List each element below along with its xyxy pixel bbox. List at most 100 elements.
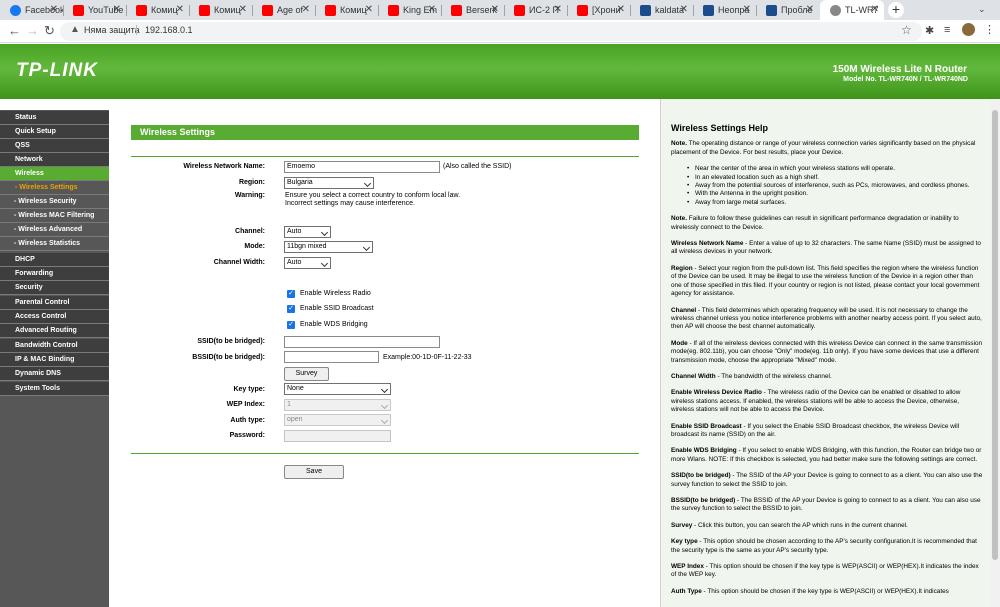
menu-item-network[interactable]: Network [0, 153, 109, 167]
new-tab-button[interactable]: + [888, 2, 904, 18]
extensions-icon[interactable]: ✱ [925, 24, 934, 37]
warning-icon[interactable]: ▲ [70, 24, 80, 35]
router-header: TP-LINK 150M Wireless Lite N Router Mode… [0, 44, 1000, 99]
browser-tab[interactable]: Berserk ✕ [441, 0, 504, 20]
help-term: Enable Wireless Device Radio [671, 389, 762, 397]
wep-index-label: WEP Index: [226, 401, 265, 408]
menu-item-security[interactable]: Security [0, 281, 109, 295]
avatar[interactable] [962, 23, 975, 36]
mode-select[interactable]: 11bgn mixed [284, 241, 373, 253]
menu-item-qss[interactable]: QSS [0, 139, 109, 153]
security-label[interactable]: Няма защита [84, 25, 140, 35]
close-icon[interactable]: ✕ [176, 4, 184, 15]
page-title: Wireless Settings [131, 125, 639, 140]
more-icon[interactable]: ⋮ [984, 23, 995, 36]
menu-item-bandwidth-control[interactable]: Bandwidth Control [0, 339, 109, 353]
tab-label: Комиц [340, 5, 367, 15]
close-icon[interactable]: ✕ [871, 4, 879, 15]
key-type-select[interactable]: None [284, 383, 391, 395]
youtube-icon [262, 4, 273, 16]
youtube-icon [451, 4, 462, 16]
youtube-icon [325, 4, 336, 16]
menu-item-advanced-routing[interactable]: Advanced Routing [0, 324, 109, 338]
browser-tab[interactable]: Пробле ✕ [756, 0, 819, 20]
browser-tab[interactable]: Комиц ✕ [126, 0, 189, 20]
auth-type-select[interactable]: open [284, 414, 391, 426]
browser-tab[interactable]: YouTube ✕ [63, 0, 126, 20]
password-label: Password: [229, 432, 265, 439]
close-icon[interactable]: ✕ [617, 4, 625, 15]
divider [136, 25, 137, 35]
wep-index-select[interactable]: 1 [284, 399, 391, 411]
browser-tab-active[interactable]: TL-WR7 ✕ [820, 0, 884, 20]
close-icon[interactable]: ✕ [302, 4, 310, 15]
menu-item-wireless-statistics[interactable]: - Wireless Statistics [0, 237, 109, 251]
browser-tab[interactable]: Комиц ✕ [189, 0, 252, 20]
help-title: Wireless Settings Help [671, 123, 768, 133]
menu-item-ip-mac-binding[interactable]: IP & MAC Binding [0, 353, 109, 367]
channel-width-select[interactable]: Auto [284, 257, 331, 269]
ssid-broadcast-checkbox[interactable]: ✓ [287, 305, 295, 313]
region-select[interactable]: Bulgaria [284, 177, 374, 189]
wireless-radio-checkbox[interactable]: ✓ [287, 290, 295, 298]
menu-item-dynamic-dns[interactable]: Dynamic DNS [0, 367, 109, 381]
menu-item-system-tools[interactable]: System Tools [0, 382, 109, 396]
tp-link-logo: TP-LINK [16, 60, 98, 81]
youtube-icon [73, 4, 84, 16]
scrollbar-thumb[interactable] [992, 110, 998, 560]
menu-item-wireless-mac-filtering[interactable]: - Wireless MAC Filtering [0, 209, 109, 223]
browser-tab[interactable]: Facebook ✕ [0, 0, 63, 20]
bssid-bridged-input[interactable] [284, 351, 379, 363]
menu-item-wireless-settings[interactable]: - Wireless Settings [0, 181, 109, 195]
close-icon[interactable]: ✕ [239, 4, 247, 15]
browser-tab[interactable]: King Em ✕ [378, 0, 441, 20]
back-icon[interactable]: ← [8, 23, 21, 38]
browser-tab[interactable]: [Хрони ✕ [567, 0, 630, 20]
menu-item-access-control[interactable]: Access Control [0, 310, 109, 324]
close-icon[interactable]: ✕ [428, 4, 436, 15]
browser-tab[interactable]: kaldata ✕ [630, 0, 693, 20]
browser-tab[interactable]: ИС-2 П ✕ [504, 0, 567, 20]
browser-tab[interactable]: Age of ✕ [252, 0, 315, 20]
url-text[interactable]: 192.168.0.1 [145, 25, 193, 35]
menu-item-dhcp[interactable]: DHCP [0, 253, 109, 267]
wds-bridging-checkbox[interactable]: ✓ [287, 321, 295, 329]
menu-item-wireless[interactable]: Wireless [0, 167, 109, 181]
media-icon[interactable]: ≡ [944, 24, 950, 36]
menu-item-quick-setup[interactable]: Quick Setup [0, 125, 109, 139]
forward-icon[interactable]: → [26, 23, 39, 38]
kaldata-icon [703, 4, 714, 16]
survey-button[interactable]: Survey [284, 367, 329, 381]
menu-item-forwarding[interactable]: Forwarding [0, 267, 109, 281]
bookmark-star-icon[interactable]: ☆ [901, 23, 912, 37]
help-term: Key type [671, 538, 698, 546]
tab-search-icon[interactable]: ⌄ [978, 4, 986, 15]
help-panel: Wireless Settings Help Note. The operati… [660, 99, 990, 607]
close-icon[interactable]: ✕ [365, 4, 373, 15]
youtube-icon [388, 4, 399, 16]
ssid-input[interactable]: Emoemo [284, 161, 440, 173]
close-icon[interactable]: ✕ [806, 4, 814, 15]
close-icon[interactable]: ✕ [113, 4, 121, 15]
close-icon[interactable]: ✕ [680, 4, 688, 15]
menu-item-parental-control[interactable]: Parental Control [0, 296, 109, 310]
help-term: Region [671, 264, 693, 272]
save-button[interactable]: Save [284, 465, 344, 479]
close-icon[interactable]: ✕ [491, 4, 499, 15]
reload-icon[interactable]: ↻ [44, 23, 55, 39]
menu-item-wireless-advanced[interactable]: - Wireless Advanced [0, 223, 109, 237]
help-text: - Select your region from the pull-down … [671, 264, 980, 298]
close-icon[interactable]: ✕ [50, 4, 58, 15]
ssid-bridged-input[interactable] [284, 336, 440, 348]
channel-select[interactable]: Auto [284, 226, 331, 238]
browser-tab[interactable]: Комиц ✕ [315, 0, 378, 20]
browser-tab-bar: Facebook ✕ YouTube ✕ Комиц ✕ Комиц ✕ Age of ✕… [0, 0, 1000, 20]
menu-item-wireless-security[interactable]: - Wireless Security [0, 195, 109, 209]
close-icon[interactable]: ✕ [743, 4, 751, 15]
close-icon[interactable]: ✕ [554, 4, 562, 15]
help-text: - This field determines which operating … [671, 306, 982, 331]
menu-item-status[interactable]: Status [0, 111, 109, 125]
browser-tab[interactable]: Неопра ✕ [693, 0, 756, 20]
warning-label: Warning: [234, 192, 265, 199]
password-input[interactable] [284, 430, 391, 442]
